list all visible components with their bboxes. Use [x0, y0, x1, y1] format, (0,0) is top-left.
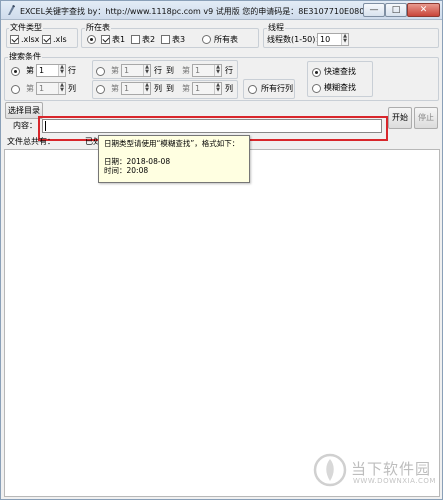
row-range-di1-label: 第	[111, 66, 119, 75]
app-window: EXCEL关键字查找 by：http://www.1118pc.com v9 试…	[0, 0, 443, 500]
start-button[interactable]: 开始	[388, 107, 412, 129]
fuzzy-search-label: 模糊查找	[324, 83, 356, 92]
content-label: 内容：	[13, 121, 37, 130]
col-range-end-value: 1	[195, 84, 201, 93]
sheet-specific-radio[interactable]	[87, 35, 96, 44]
col-single-radio[interactable]	[11, 85, 20, 94]
col-di-label: 第	[26, 84, 34, 93]
sheet2-label: 表2	[142, 35, 156, 44]
tooltip-line-1: 日期类型请使用“模糊查找”，格式如下：	[104, 139, 240, 148]
fast-search-label: 快速查找	[324, 67, 356, 76]
spinner-arrows-icon[interactable]: ▲ ▼	[214, 83, 221, 94]
sheet3-checkbox[interactable]	[161, 35, 170, 44]
thread-count-label: 线程数(1-50)：	[267, 35, 324, 44]
spinner-arrows-icon[interactable]: ▲ ▼	[58, 65, 65, 76]
file-type-label: 文件类型	[9, 22, 43, 33]
search-condition-label: 搜索条件	[8, 51, 42, 62]
fast-search-radio[interactable]	[312, 68, 321, 77]
sheet1-label: 表1	[112, 35, 126, 44]
row-range-unit1-label: 行	[154, 66, 162, 75]
spinner-arrows-icon[interactable]: ▲ ▼	[143, 65, 150, 76]
row-range-radio[interactable]	[96, 67, 105, 76]
col-unit-label: 列	[68, 84, 76, 93]
tooltip-line-2: 日期：2018-08-08	[104, 157, 171, 166]
xls-checkbox[interactable]	[42, 35, 51, 44]
spinner-arrows-icon[interactable]: ▲ ▼	[341, 34, 348, 45]
xlsx-checkbox[interactable]	[10, 35, 19, 44]
thread-group-label: 线程	[267, 22, 285, 33]
col-range-to-label: 到	[166, 84, 174, 93]
row-range-start-value: 1	[124, 66, 130, 75]
sheet3-label: 表3	[172, 35, 186, 44]
title-bar[interactable]: EXCEL关键字查找 by：http://www.1118pc.com v9 试…	[1, 1, 442, 20]
row-range-to-label: 到	[166, 66, 174, 75]
row-range-di2-label: 第	[182, 66, 190, 75]
col-range-end-spinner[interactable]: 1 ▲ ▼	[192, 82, 222, 95]
sheet-group-label: 所在表	[85, 22, 111, 33]
watermark-url: WWW.DOWNXIA.COM	[353, 477, 436, 485]
thread-count-spinner[interactable]: 10 ▲ ▼	[317, 33, 349, 46]
row-single-radio[interactable]	[11, 67, 20, 76]
close-button[interactable]: ✕	[407, 3, 440, 17]
results-area[interactable]	[4, 149, 440, 497]
watermark-brand: 当下软件园	[351, 460, 432, 478]
xls-label: .xls	[53, 35, 67, 44]
all-rows-cols-radio[interactable]	[248, 85, 257, 94]
row-range-end-value: 1	[195, 66, 201, 75]
spinner-arrows-icon[interactable]: ▲ ▼	[214, 65, 221, 76]
spinner-arrows-icon[interactable]: ▲ ▼	[58, 83, 65, 94]
window-title: EXCEL关键字查找 by：http://www.1118pc.com v9 试…	[20, 7, 400, 16]
spinner-arrows-icon[interactable]: ▲ ▼	[143, 83, 150, 94]
minimize-button[interactable]: —	[363, 3, 385, 17]
col-range-start-value: 1	[124, 84, 130, 93]
tooltip-line-3: 时间：20:08	[104, 166, 149, 175]
row-range-unit2-label: 行	[225, 66, 233, 75]
file-total-label: 文件总共有：	[7, 137, 55, 146]
date-format-tooltip: 日期类型请使用“模糊查找”，格式如下： 日期：2018-08-08 时间：20:…	[98, 135, 250, 183]
all-sheets-radio[interactable]	[202, 35, 211, 44]
col-range-unit1-label: 列	[154, 84, 162, 93]
row-range-start-spinner[interactable]: 1 ▲ ▼	[121, 64, 151, 77]
row-number-spinner[interactable]: 1 ▲ ▼	[36, 64, 66, 77]
col-range-radio[interactable]	[96, 85, 105, 94]
col-number-spinner[interactable]: 1 ▲ ▼	[36, 82, 66, 95]
col-number-value: 1	[39, 84, 45, 93]
thread-count-value: 10	[320, 35, 331, 44]
row-di-label: 第	[26, 66, 34, 75]
all-sheets-label: 所有表	[214, 35, 238, 44]
row-unit-label: 行	[68, 66, 76, 75]
maximize-button[interactable]: □	[385, 3, 407, 17]
col-range-start-spinner[interactable]: 1 ▲ ▼	[121, 82, 151, 95]
stop-button[interactable]: 停止	[414, 107, 438, 129]
all-rows-cols-label: 所有行列	[261, 84, 293, 93]
sheet1-checkbox[interactable]	[101, 35, 110, 44]
col-range-di2-label: 第	[182, 84, 190, 93]
row-number-value: 1	[39, 66, 45, 75]
xlsx-label: .xlsx	[21, 35, 40, 44]
tooltip-spacer	[104, 148, 244, 157]
fuzzy-search-radio[interactable]	[312, 84, 321, 93]
watermark-logo-icon	[313, 453, 347, 487]
col-range-unit2-label: 列	[225, 84, 233, 93]
col-range-di1-label: 第	[111, 84, 119, 93]
row-range-end-spinner[interactable]: 1 ▲ ▼	[192, 64, 222, 77]
sheet2-checkbox[interactable]	[131, 35, 140, 44]
app-icon	[8, 5, 15, 15]
